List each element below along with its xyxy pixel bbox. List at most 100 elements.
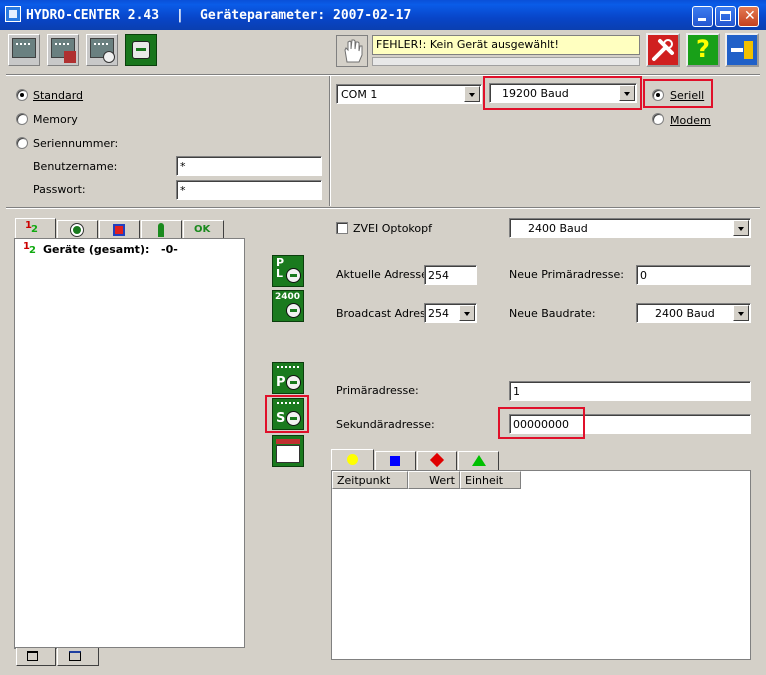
primary-scan-button[interactable]: P [272,362,304,394]
primary-address-field[interactable]: 1 [509,381,751,401]
divider [6,207,760,209]
status-message: FEHLER!: Kein Gerät ausgewählt! [372,35,640,55]
device-tree[interactable]: 1 2 Geräte (gesamt): -0- [14,238,245,648]
baud-letters: 2400 [275,292,301,302]
minimize-button[interactable] [692,6,713,27]
app-window: HYDRO-CENTER 2.43 | Geräteparameter: 200… [0,0,766,675]
meter-icon [286,268,301,283]
table-view-button[interactable] [47,34,79,66]
hand-icon [344,39,363,63]
maximize-button[interactable] [715,6,736,27]
help-button[interactable]: ? [686,33,720,67]
primary-address-button[interactable]: P L [272,255,304,287]
progress-bar [372,57,640,66]
tab-blue[interactable] [375,451,416,471]
read-device-button[interactable] [8,34,40,66]
tools-button[interactable] [646,33,680,67]
radio-standard[interactable] [16,89,28,101]
tab-green[interactable] [458,451,499,471]
circle-icon [347,454,358,465]
new-baud-select[interactable]: 2400 Baud [636,303,751,323]
tab-devices[interactable] [99,220,140,240]
username-label: Benutzername: [33,160,118,173]
com-port-select[interactable]: COM 1 [336,84,482,104]
meter-icon [286,411,301,426]
title-separator: | [176,8,184,23]
col-header-wert[interactable]: Wert [408,471,460,489]
close-button[interactable]: ✕ [738,6,759,27]
chevron-down-icon[interactable] [733,220,749,236]
zvei-baud-select[interactable]: 2400 Baud [509,218,751,238]
meter-button[interactable] [125,34,157,66]
new-primary-field[interactable]: 0 [636,265,751,285]
tab-red[interactable] [417,451,457,471]
zvei-checkbox[interactable] [336,222,348,234]
p-letter: P [276,375,286,390]
chevron-down-icon[interactable] [619,85,635,101]
tab-ok[interactable]: OK [183,220,224,240]
secondary-scan-button[interactable]: S [272,398,304,430]
radio-seriell[interactable] [652,89,664,101]
square-icon [390,456,400,466]
tab-tree[interactable]: 1 2 [15,218,56,240]
app-title: HYDRO-CENTER 2.43 [26,8,160,23]
title-section: Geräteparameter: [200,8,326,23]
baud-rate-value: 19200 Baud [502,87,569,100]
table-icon [69,651,81,661]
secondary-address-field[interactable]: 00000000 [509,414,751,434]
list-icon [27,651,38,661]
tree-root-label: Geräte (gesamt): [43,243,150,256]
tab-table-view[interactable] [57,648,99,666]
username-field[interactable]: * [176,156,322,176]
label-modem: Modem [670,114,711,127]
new-primary-label: Neue Primäradresse: [509,268,624,281]
device-settings-button[interactable] [86,34,118,66]
broadcast-label: Broadcast Adresse [336,307,424,320]
baud-rate-select[interactable]: 19200 Baud [489,83,637,103]
exit-door-icon [727,35,728,36]
app-icon [5,6,21,22]
pl-letters: P L [276,256,285,280]
meter-icon [132,41,150,59]
radio-modem[interactable] [652,113,664,125]
wrench-icon [652,39,674,61]
meter-icon [103,51,115,63]
screen-icon [12,38,36,58]
label-memory: Memory [33,113,78,126]
col-header-einheit[interactable]: Einheit [460,471,521,489]
current-address-label: Aktuelle Adresse: [336,268,432,281]
primary-address-label: Primäradresse: [336,384,419,397]
baudrate-button[interactable]: 2400 [272,290,304,322]
chevron-down-icon[interactable] [459,305,475,321]
meter-icon [71,224,83,236]
tab-meters[interactable] [57,220,98,240]
chevron-down-icon[interactable] [464,86,480,102]
stop-button[interactable] [336,35,368,67]
tab-list-view[interactable] [16,648,56,666]
current-address-field[interactable]: 254 [424,265,477,285]
table-header-icon [276,439,300,444]
table-icon [64,51,76,63]
new-baud-label: Neue Baudrate: [509,307,596,320]
tab-yellow[interactable] [331,449,374,471]
chevron-down-icon[interactable] [733,305,749,321]
title-bar: HYDRO-CENTER 2.43 | Geräteparameter: 200… [0,0,766,30]
zvei-baud-value: 2400 Baud [528,222,588,235]
label-serial-number: Seriennummer: [33,137,119,150]
col-header-zeitpunkt[interactable]: Zeitpunkt [332,471,408,489]
broadcast-select[interactable]: 254 [424,303,477,323]
question-icon: ? [696,35,710,63]
radio-memory[interactable] [16,113,28,125]
password-field[interactable]: * [176,180,322,200]
exit-button[interactable] [725,33,759,67]
meter-icon [286,303,301,318]
measurement-table[interactable]: Zeitpunkt Wert Einheit [331,470,751,660]
tree-root-count: -0- [161,243,178,256]
dots-icon [277,366,299,371]
broadcast-value: 254 [428,307,449,320]
table-export-button[interactable] [272,435,304,467]
person-icon [158,223,164,237]
tab-user[interactable] [141,220,182,240]
radio-serial-number[interactable] [16,137,28,149]
label-seriell: Seriell [670,89,705,102]
